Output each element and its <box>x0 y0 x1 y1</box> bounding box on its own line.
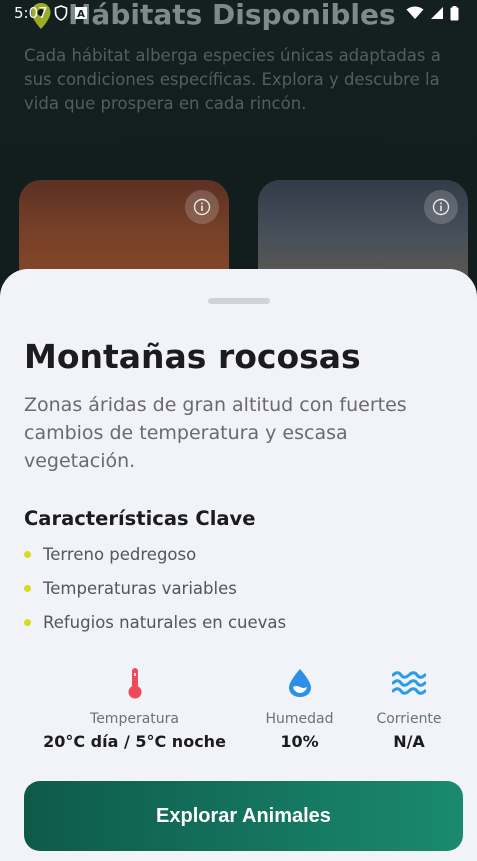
features-list: Terreno pedregoso Temperaturas variables… <box>24 537 453 639</box>
habitat-description: Zonas áridas de gran altitud con fuertes… <box>24 394 407 472</box>
thermometer-icon <box>128 668 141 699</box>
feature-item: Terreno pedregoso <box>24 537 453 571</box>
stat-temperature: Temperatura 20°C día / 5°C noche <box>42 665 227 751</box>
bullet-icon <box>24 584 31 592</box>
stat-current: Corriente N/A <box>364 665 454 751</box>
drag-handle[interactable] <box>207 298 270 304</box>
waves-icon <box>392 671 426 695</box>
battery-icon <box>450 5 459 20</box>
water-drop-icon <box>288 669 311 697</box>
wifi-icon <box>406 6 424 19</box>
bullet-icon <box>24 618 31 626</box>
info-icon[interactable] <box>185 190 219 224</box>
shield-icon <box>54 5 67 21</box>
status-time: 5:07 <box>14 4 48 22</box>
notification-a-icon: A <box>74 7 87 20</box>
habitat-stats: Temperatura 20°C día / 5°C noche Humedad… <box>24 665 453 757</box>
info-icon[interactable] <box>424 190 458 224</box>
feature-item: Refugios naturales en cuevas <box>24 605 453 639</box>
habitat-detail-sheet: Montañas rocosas Zonas áridas de gran al… <box>0 269 477 861</box>
bullet-icon <box>24 550 31 558</box>
page-description: Cada hábitat alberga especies únicas ada… <box>24 46 441 113</box>
feature-item: Temperaturas variables <box>24 571 453 605</box>
explore-animals-button[interactable]: Explorar Animales <box>24 781 463 851</box>
status-bar: 5:07 A <box>0 0 477 26</box>
habitat-title: Montañas rocosas <box>24 337 361 376</box>
features-heading: Características Clave <box>24 507 256 530</box>
signal-icon <box>431 7 443 19</box>
svg-text:A: A <box>77 9 85 20</box>
stat-humidity: Humedad 10% <box>252 665 347 751</box>
